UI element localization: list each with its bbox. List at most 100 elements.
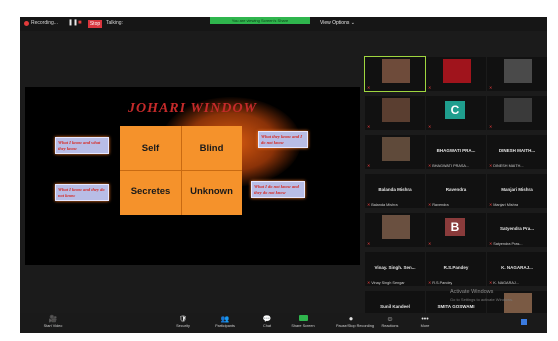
participant-caption: ✕Satyendra Pras... (489, 242, 523, 246)
participant-tile[interactable]: BHAGWATI PRA... ✕BHAGWATI PRASA... (426, 135, 486, 169)
participant-tile[interactable]: ✕ (426, 57, 486, 91)
muted-mic-icon: ✕ (367, 281, 371, 285)
participant-tile[interactable]: ✕ (365, 96, 425, 130)
participant-caption: ✕ (489, 124, 493, 129)
participant-video (504, 59, 532, 83)
participant-caption: ✕K. NAGARAJ... (489, 281, 519, 285)
toolbar-share-screenbutton[interactable]: Share Screen (288, 315, 318, 328)
toolbar-label: Chat (262, 324, 272, 328)
participant-tile[interactable]: DINESH MAITH... ✕DINESH MAITH... (487, 135, 547, 169)
muted-mic-icon: ✕ (489, 125, 493, 129)
muted-mic-icon: ✕ (367, 86, 371, 90)
participant-tile[interactable]: R.S.Pandey ✕R.S.Pandey (426, 252, 486, 286)
participant-video (382, 59, 410, 83)
participant-name: Ravendra (445, 187, 467, 192)
participants-icon: 👥 (220, 316, 230, 323)
participant-name: BHAGWATI PRA... (436, 148, 476, 153)
participant-tile[interactable]: C ✕ (426, 96, 486, 130)
muted-mic-icon: ✕ (367, 203, 371, 207)
participant-tile[interactable]: Satyendra Pra... ✕Satyendra Pras... (487, 213, 547, 247)
participant-caption: ✕BHAGWATI PRASA... (428, 164, 470, 168)
participant-tile[interactable]: ✕ (364, 56, 426, 92)
participant-caption: ✕ (367, 124, 371, 129)
toolbar-label: Pause/Stop Recording (336, 324, 374, 328)
toolbar-reactionsbutton[interactable]: ☺ Reactions (375, 315, 405, 328)
participant-tile[interactable]: Vinay. Singh. Sen... ✕Vinay Singh Sengar (365, 252, 425, 286)
participant-tile[interactable]: ✕ (365, 213, 425, 247)
view-options-button[interactable]: View Options ⌄ (320, 20, 355, 26)
muted-mic-icon: ✕ (489, 203, 493, 207)
participant-name: Satyendra Pra... (499, 226, 535, 231)
toolbar-label: Share Screen (291, 324, 315, 328)
note-hidden-area: What I know and they do not know (55, 184, 109, 201)
stop-icon[interactable]: ■ (78, 20, 82, 27)
toolbar-securitybutton[interactable]: 🛡 Security (168, 315, 198, 328)
participant-video (443, 59, 471, 83)
johari-grid: Self Blind Secretes Unknown (120, 126, 242, 215)
participant-name: R.S.Pandey (443, 265, 469, 270)
toolbar-label: Participants (215, 324, 235, 328)
recording-dot-icon (24, 21, 29, 26)
quadrant-blind: Blind (199, 143, 224, 154)
quadrant-secretes: Secretes (130, 186, 171, 197)
screen-share-banner: You are viewing Screen's Share (210, 17, 310, 24)
toolbar-chatbutton[interactable]: 💬 Chat (252, 315, 282, 328)
participant-tile[interactable]: Manjari Mishra ✕Manjari Mishra (487, 174, 547, 208)
top-bar: Recording... ❚❚ ■ Stop Talking: You are … (20, 17, 547, 31)
security-icon: 🛡 (178, 316, 188, 323)
toolbar-morebutton[interactable]: ••• More (410, 315, 440, 328)
participant-caption: ✕Manjari Mishra (489, 203, 519, 207)
zoom-window: Recording... ❚❚ ■ Stop Talking: You are … (20, 17, 547, 333)
pause-icon[interactable]: ❚❚ (68, 20, 78, 27)
participant-caption: ✕ (367, 241, 371, 246)
participant-tile[interactable]: K. NAGARAJ... ✕K. NAGARAJ... (487, 252, 547, 286)
stop-recording-button[interactable]: Stop (88, 20, 102, 28)
participant-caption: ✕ (428, 124, 432, 129)
participant-tile[interactable]: Balanda Mishra ✕Balanda Mishra (365, 174, 425, 208)
muted-mic-icon: ✕ (367, 164, 371, 168)
participant-tile[interactable]: B ✕ (426, 213, 486, 247)
toolbar-start-videobutton[interactable]: 🎥 Start Video (38, 315, 68, 328)
participant-tile[interactable]: ✕ (487, 57, 547, 91)
muted-mic-icon: ✕ (489, 86, 493, 90)
participant-avatar: B (445, 218, 465, 236)
muted-mic-icon: ✕ (428, 125, 432, 129)
quadrant-unknown: Unknown (190, 186, 233, 197)
muted-mic-icon: ✕ (428, 86, 432, 90)
toolbar-pause-stop-recordingbutton[interactable]: ⏺ Pause/Stop Recording (336, 315, 374, 328)
participant-video (504, 98, 532, 122)
muted-mic-icon: ✕ (489, 281, 493, 285)
shared-slide: JOHARI WINDOW What I know and what they … (25, 87, 360, 265)
muted-mic-icon: ✕ (367, 125, 371, 129)
toolbar-label: More (420, 324, 430, 328)
grid-divider-horizontal (120, 170, 242, 171)
toolbar-label: Reactions (381, 324, 399, 328)
recording-label: Recording... (31, 20, 58, 26)
muted-mic-icon: ✕ (428, 203, 432, 207)
participant-caption: ✕ (367, 163, 371, 168)
meeting-toolbar: 🎥 Start Video 🛡 Security 👥 Participants 💬 Chat S… (20, 313, 547, 333)
participant-name: Sunil Kandeel (380, 304, 410, 309)
participant-name: Vinay. Singh. Sen... (374, 265, 416, 270)
pause-stop-recording-icon: ⏺ (349, 316, 353, 323)
participant-tile[interactable]: Ravendra ✕Ravendra (426, 174, 486, 208)
participant-caption: ✕Vinay Singh Sengar (367, 281, 405, 285)
slide-title: JOHARI WINDOW (127, 101, 258, 116)
participant-video (382, 98, 410, 122)
muted-mic-icon: ✕ (428, 281, 432, 285)
reactions-icon: ☺ (386, 316, 394, 323)
note-open-area: What I know and what they know (55, 137, 109, 154)
quadrant-self: Self (141, 143, 160, 154)
participant-caption: ✕Balanda Mishra (367, 203, 398, 207)
muted-mic-icon: ✕ (489, 242, 493, 246)
participant-caption: ✕DINESH MAITH... (489, 164, 524, 168)
participant-name: K. NAGARAJ... (501, 265, 533, 270)
end-meeting-button[interactable] (521, 319, 527, 325)
toolbar-participantsbutton[interactable]: 👥 Participants (210, 315, 240, 328)
muted-mic-icon: ✕ (489, 164, 493, 168)
participant-name: DINESH MAITH... (498, 148, 536, 153)
participant-tile[interactable]: ✕ (487, 96, 547, 130)
participant-caption: ✕Ravendra (428, 203, 449, 207)
participant-tile[interactable]: ✕ (365, 135, 425, 169)
toolbar-label: Security (176, 324, 190, 328)
